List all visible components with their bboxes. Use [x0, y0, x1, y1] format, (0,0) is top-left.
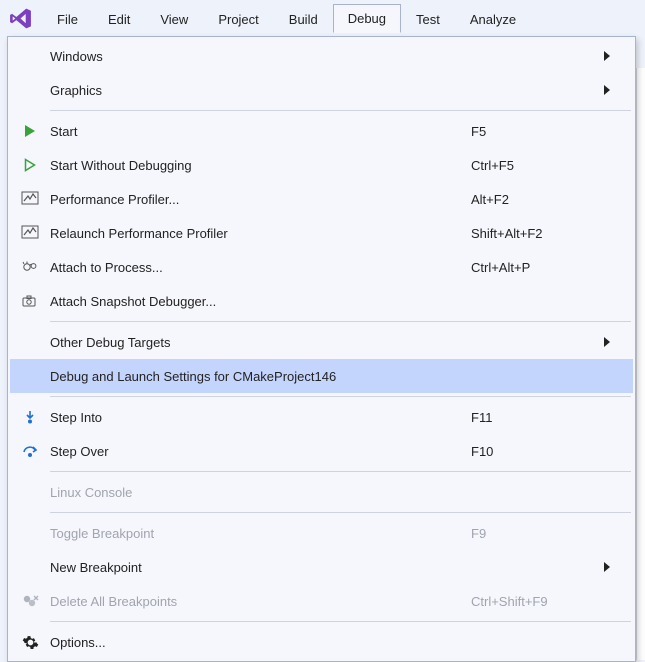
menu-item-label: Toggle Breakpoint: [50, 526, 471, 541]
menu-item-label: Attach Snapshot Debugger...: [50, 294, 471, 309]
background-panel: [636, 68, 645, 660]
menu-item-attach-snapshot-debugger[interactable]: Attach Snapshot Debugger...: [10, 284, 633, 318]
menu-item-shortcut: Ctrl+Alt+P: [471, 260, 599, 275]
menu-item-shortcut: Alt+F2: [471, 192, 599, 207]
delete-breakpoints-icon: [10, 593, 50, 609]
menubar-item-analyze[interactable]: Analyze: [455, 5, 531, 33]
menu-item-label: Graphics: [50, 83, 471, 98]
menubar-item-project[interactable]: Project: [203, 5, 273, 33]
menu-item-shortcut: Ctrl+Shift+F9: [471, 594, 599, 609]
menu-item-label: Relaunch Performance Profiler: [50, 226, 471, 241]
menu-item-shortcut: F10: [471, 444, 599, 459]
menubar-item-view[interactable]: View: [145, 5, 203, 33]
menu-item-shortcut: F5: [471, 124, 599, 139]
chevron-right-icon: [599, 562, 615, 572]
menu-item-label: Start: [50, 124, 471, 139]
profiler-icon: [10, 191, 50, 207]
menu-item-label: Options...: [50, 635, 471, 650]
menu-item-delete-all-breakpoints: Delete All BreakpointsCtrl+Shift+F9: [10, 584, 633, 618]
menu-item-step-over[interactable]: Step OverF10: [10, 434, 633, 468]
menu-separator: [50, 621, 631, 622]
menu-item-options[interactable]: Options...: [10, 625, 633, 659]
menubar-item-debug[interactable]: Debug: [333, 4, 401, 33]
menu-separator: [50, 471, 631, 472]
menu-item-label: Step Over: [50, 444, 471, 459]
play-outline-icon: [10, 157, 50, 173]
menu-item-step-into[interactable]: Step IntoF11: [10, 400, 633, 434]
menu-item-performance-profiler[interactable]: Performance Profiler...Alt+F2: [10, 182, 633, 216]
menu-item-other-debug-targets[interactable]: Other Debug Targets: [10, 325, 633, 359]
menu-item-label: Performance Profiler...: [50, 192, 471, 207]
menu-item-label: Linux Console: [50, 485, 471, 500]
menu-separator: [50, 321, 631, 322]
step-over-icon: [10, 443, 50, 459]
menu-item-linux-console: Linux Console: [10, 475, 633, 509]
menu-separator: [50, 512, 631, 513]
menu-item-shortcut: F9: [471, 526, 599, 541]
menu-item-shortcut: Ctrl+F5: [471, 158, 599, 173]
chevron-right-icon: [599, 337, 615, 347]
menu-item-label: Attach to Process...: [50, 260, 471, 275]
menu-item-label: Step Into: [50, 410, 471, 425]
menu-item-new-breakpoint[interactable]: New Breakpoint: [10, 550, 633, 584]
menubar-item-build[interactable]: Build: [274, 5, 333, 33]
menubar-item-test[interactable]: Test: [401, 5, 455, 33]
menu-item-start-without-debugging[interactable]: Start Without DebuggingCtrl+F5: [10, 148, 633, 182]
menubar-item-file[interactable]: File: [42, 5, 93, 33]
vs-logo-icon: [4, 5, 36, 33]
menu-item-attach-to-process[interactable]: Attach to Process...Ctrl+Alt+P: [10, 250, 633, 284]
menu-item-label: Debug and Launch Settings for CMakeProje…: [50, 369, 471, 384]
menu-item-debug-and-launch-settings-for-cmakeproject146[interactable]: Debug and Launch Settings for CMakeProje…: [10, 359, 633, 393]
menu-item-windows[interactable]: Windows: [10, 39, 633, 73]
menu-item-shortcut: F11: [471, 410, 599, 425]
menu-item-shortcut: Shift+Alt+F2: [471, 226, 599, 241]
menubar-item-edit[interactable]: Edit: [93, 5, 145, 33]
play-green-icon: [10, 123, 50, 139]
attach-process-icon: [10, 259, 50, 275]
step-into-icon: [10, 409, 50, 425]
gear-icon: [10, 634, 50, 651]
menu-separator: [50, 396, 631, 397]
menubar: FileEditViewProjectBuildDebugTestAnalyze: [0, 0, 645, 37]
menu-item-label: Delete All Breakpoints: [50, 594, 471, 609]
menu-item-label: Other Debug Targets: [50, 335, 471, 350]
menu-item-relaunch-performance-profiler[interactable]: Relaunch Performance ProfilerShift+Alt+F…: [10, 216, 633, 250]
chevron-right-icon: [599, 51, 615, 61]
menu-item-label: Windows: [50, 49, 471, 64]
menu-item-graphics[interactable]: Graphics: [10, 73, 633, 107]
profiler-icon: [10, 225, 50, 241]
menu-item-label: New Breakpoint: [50, 560, 471, 575]
snapshot-icon: [10, 293, 50, 309]
menu-item-toggle-breakpoint: Toggle BreakpointF9: [10, 516, 633, 550]
menu-item-start[interactable]: StartF5: [10, 114, 633, 148]
menu-item-label: Start Without Debugging: [50, 158, 471, 173]
debug-dropdown: WindowsGraphicsStartF5Start Without Debu…: [7, 36, 636, 662]
menu-separator: [50, 110, 631, 111]
chevron-right-icon: [599, 85, 615, 95]
